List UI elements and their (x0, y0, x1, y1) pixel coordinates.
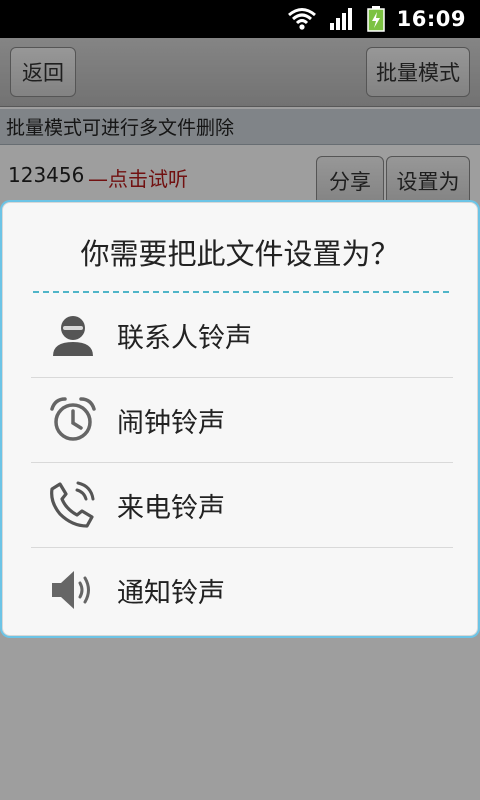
option-label: 通知铃声 (117, 577, 225, 609)
dialog-title: 你需要把此文件设置为？ (80, 237, 400, 271)
wifi-icon (287, 7, 317, 31)
alarm-clock-icon (45, 392, 101, 448)
status-bar: 16:09 (0, 0, 480, 38)
contact-icon (45, 307, 101, 363)
option-notification-ringtone[interactable]: 通知铃声 (31, 548, 453, 632)
option-label: 来电铃声 (117, 492, 225, 524)
option-call-ringtone[interactable]: 来电铃声 (31, 463, 453, 547)
option-contact-ringtone[interactable]: 联系人铃声 (31, 293, 453, 377)
option-label: 闹钟铃声 (117, 407, 225, 439)
option-alarm-ringtone[interactable]: 闹钟铃声 (31, 378, 453, 462)
status-time: 16:09 (396, 7, 466, 31)
set-as-dialog: 你需要把此文件设置为？ 联系人铃声 闹钟铃声 来电铃声 通知铃声 (2, 202, 478, 636)
phone-icon (45, 477, 101, 533)
signal-icon (329, 7, 355, 31)
battery-charging-icon (366, 6, 385, 32)
speaker-icon (45, 562, 101, 618)
option-label: 联系人铃声 (117, 322, 252, 354)
